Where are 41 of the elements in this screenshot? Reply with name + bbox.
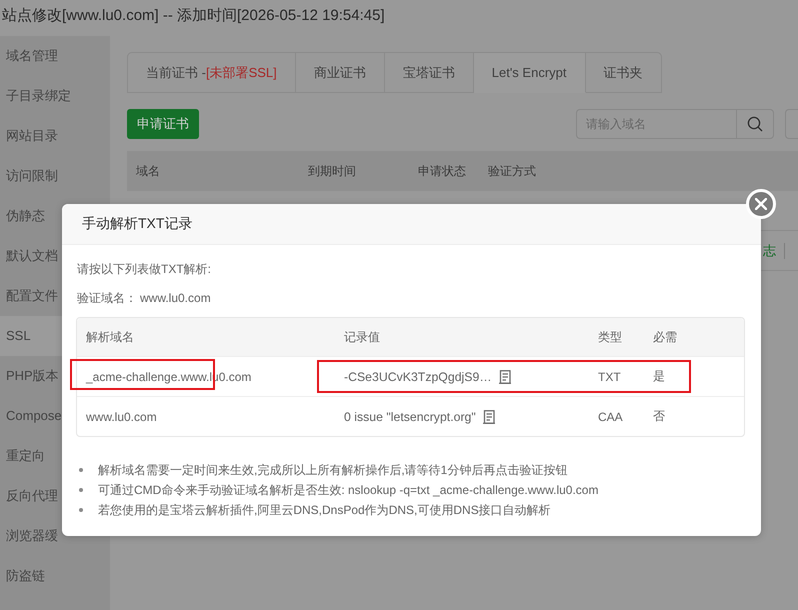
tab[interactable]: 商业证书 [296,53,385,93]
column-header: 必需 [652,328,677,346]
table-cell: 0 issue "letsencrypt.org" [344,410,476,424]
column-header: 类型 [597,328,623,346]
search-button[interactable] [736,109,774,139]
bullet-icon [79,468,83,472]
sidebar-item[interactable]: 访问限制 [0,156,110,196]
table-cell-text: TXT [597,370,622,384]
column-header: 记录值 [343,328,381,346]
column-header: 到期时间 [307,162,357,180]
instruction-text: 请按以下列表做TXT解析: [76,261,212,278]
note-text: 可通过CMD命令来手动验证域名解析是否生效: nslookup -q=txt _acme-challenge.www.lu0.com [98,482,598,498]
note-text: 解析域名需要一定时间来生效,完成所以上所有解析操作后,请等待1分钟后再点击验证按钮 [98,462,568,478]
sidebar-item[interactable]: 网站目录 [0,116,110,156]
table-cell-text: www.lu0.com [85,410,158,424]
column-header: 验证方式 [487,162,536,180]
window-title: 站点修改[www.lu0.com] -- 添加时间[2026-05-12 19:54:45] [2,6,385,24]
apply-button[interactable]: 申请证书 [127,109,199,139]
sidebar-item[interactable]: 防盗链 [0,556,110,596]
note-text: 若您使用的是宝塔云解析插件,阿里云DNS,DnsPod作为DNS,可使用DNS接口自动解析 [98,502,551,518]
field-label: 验证域名： [77,290,137,307]
tab[interactable]: 证书夹 [586,53,660,93]
dialog-title: 手动解析TXT记录 [82,215,192,233]
tab[interactable]: 当前证书 -[未部署SSL] [128,53,296,93]
column-header: 申请状态 [417,162,467,180]
sidebar-item[interactable]: 子目录绑定 [0,76,110,116]
table-cell: -CSe3UCvK3TzpQgdjS9… [344,370,492,384]
sidebar-item[interactable]: 域名管理 [0,36,110,76]
table-cell-text: CAA [597,410,624,424]
table-cell-text: 是 [652,368,665,385]
close-button[interactable] [746,189,776,219]
domain-value: www.lu0.com [140,290,211,307]
close-icon [755,198,767,210]
document-icon[interactable] [498,370,511,384]
column-header: 域名 [135,162,161,180]
document-icon[interactable] [482,410,495,424]
search-icon [747,116,763,132]
table-cell-text: 否 [652,408,665,425]
bullet-icon [79,508,83,512]
bullet-icon [79,488,83,492]
action-link[interactable]: 志 [763,242,776,260]
